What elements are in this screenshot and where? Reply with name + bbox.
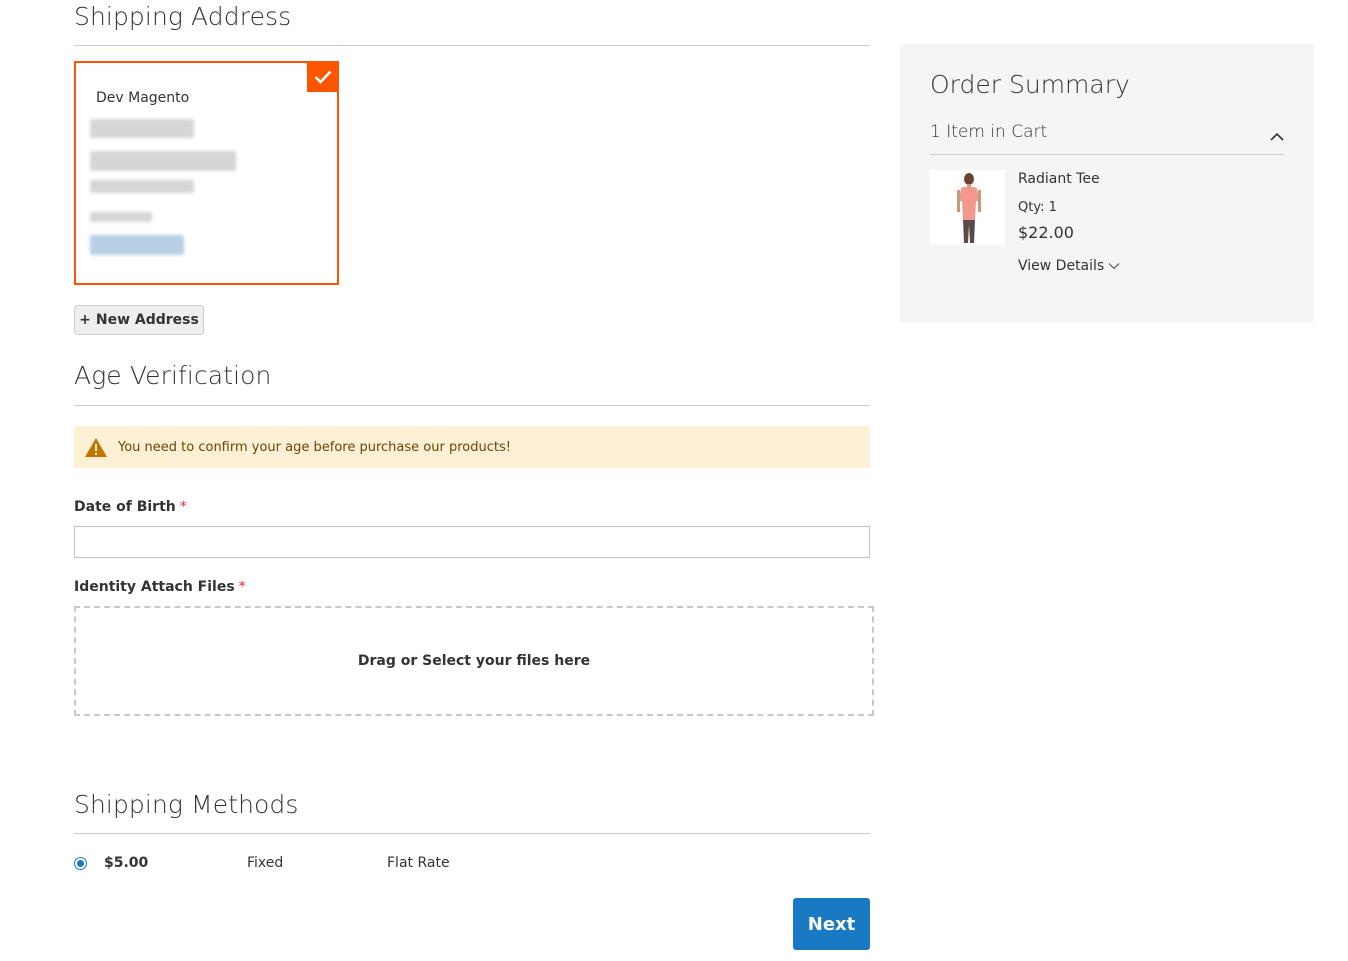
redacted-address-line [90,212,152,222]
new-address-button[interactable]: + New Address [74,305,204,335]
age-warning-message: You need to confirm your age before purc… [74,426,870,468]
order-summary-title: Order Summary [930,70,1130,99]
file-dropzone[interactable]: Drag or Select your files here [74,606,874,716]
warning-icon [84,437,108,458]
selected-address-card[interactable]: Dev Magento [74,61,339,285]
order-summary-panel: Order Summary 1 Item in Cart Radiant Tee… [900,44,1314,322]
divider [74,45,870,46]
redacted-phone-link [90,235,184,255]
shipping-address-title: Shipping Address [74,2,292,31]
radio-selected-dot [77,860,84,867]
chevron-up-icon[interactable] [1270,126,1284,145]
new-address-label: New Address [95,312,199,328]
product-price: $22.00 [1018,223,1074,242]
shipping-methods-title: Shipping Methods [74,790,299,819]
dob-label: Date of Birth * [74,499,187,515]
chevron-down-icon [1108,258,1120,274]
product-name: Radiant Tee [1018,171,1100,187]
checkmark-icon [307,61,339,92]
dob-label-text: Date of Birth [74,499,176,515]
divider [930,154,1284,155]
dropzone-text: Drag or Select your files here [357,653,591,669]
shipping-method-radio[interactable] [74,857,87,870]
age-verification-title: Age Verification [74,361,272,390]
address-name: Dev Magento [96,90,190,106]
identity-files-label: Identity Attach Files * [74,579,246,595]
warning-text: You need to confirm your age before purc… [118,439,511,455]
divider [74,405,870,406]
date-of-birth-input[interactable] [74,526,870,558]
divider [74,833,870,834]
redacted-address-line [90,119,194,138]
view-details-toggle[interactable]: View Details [1018,258,1120,274]
shipping-price: $5.00 [104,855,149,871]
plus-icon: + [79,312,91,328]
redacted-address-line [90,180,194,193]
shipping-carrier-name: Flat Rate [387,855,450,871]
product-qty: Qty: 1 [1018,200,1057,215]
product-thumbnail [930,170,1005,245]
cart-count-toggle[interactable]: 1 Item in Cart [930,122,1047,142]
shipping-method-name: Fixed [247,855,284,871]
view-details-label: View Details [1018,258,1105,274]
redacted-address-line [90,151,236,171]
identity-files-label-text: Identity Attach Files [74,579,235,595]
required-marker: * [179,499,187,515]
required-marker: * [238,579,246,595]
next-button[interactable]: Next [793,898,870,950]
